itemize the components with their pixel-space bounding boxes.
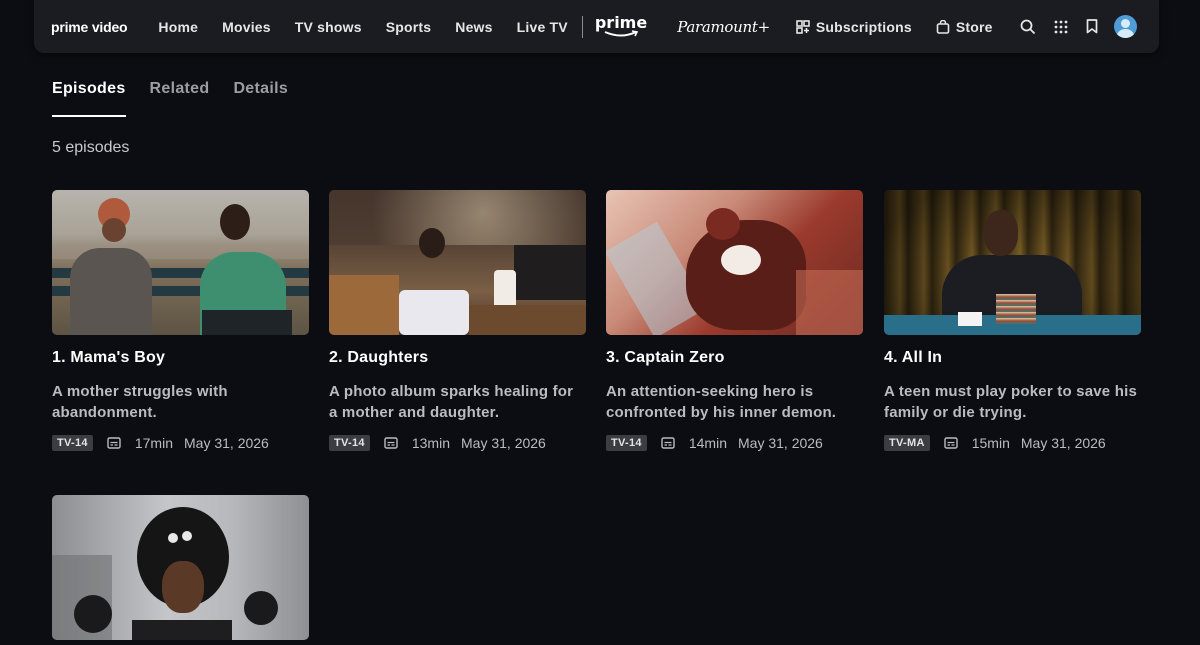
episode-date: May 31, 2026 xyxy=(184,435,269,451)
episode-duration: 14min xyxy=(688,435,727,451)
top-navigation: prime video Home Movies TV shows Sports … xyxy=(34,0,1159,53)
episode-meta: TV-MA 15min May 31, 2026 xyxy=(884,435,1141,451)
paramount-plus-logo[interactable]: Paramount+ xyxy=(677,18,770,36)
grid-icon[interactable] xyxy=(1054,20,1068,34)
episode-description: An attention-seeking hero is confronted … xyxy=(606,383,837,421)
episode-thumbnail-2[interactable] xyxy=(329,190,586,335)
episode-title[interactable]: 4. All In xyxy=(884,349,1141,367)
nav-subscriptions[interactable]: Subscriptions xyxy=(796,19,912,35)
nav-news[interactable]: News xyxy=(455,19,492,35)
prime-smile-icon xyxy=(604,30,639,37)
bookmark-icon[interactable] xyxy=(1086,19,1098,34)
episode-meta: TV-14 13min May 31, 2026 xyxy=(329,435,586,451)
episode-title[interactable]: 3. Captain Zero xyxy=(606,349,863,367)
episode-date: May 31, 2026 xyxy=(738,435,823,451)
rating-badge: TV-14 xyxy=(329,435,370,451)
tab-related[interactable]: Related xyxy=(150,80,210,117)
episode-description: A photo album sparks healing for a mothe… xyxy=(329,383,574,421)
subtitles-icon xyxy=(944,437,958,449)
episode-card-3[interactable]: 3. Captain Zero An attention-seeking her… xyxy=(606,190,863,451)
episode-card-1[interactable]: 1. Mama's Boy A mother struggles with ab… xyxy=(52,190,309,451)
store-bag-icon xyxy=(936,19,950,34)
nav-movies[interactable]: Movies xyxy=(222,19,271,35)
subscriptions-grid-icon xyxy=(796,19,810,34)
episode-thumbnail-5[interactable] xyxy=(52,495,309,640)
episode-title[interactable]: 1. Mama's Boy xyxy=(52,349,309,367)
episode-title[interactable]: 2. Daughters xyxy=(329,349,586,367)
detail-tabs: Episodes Related Details xyxy=(52,80,312,117)
tab-details[interactable]: Details xyxy=(233,80,288,117)
nav-store[interactable]: Store xyxy=(936,19,993,35)
subtitles-icon xyxy=(661,437,675,449)
episode-description: A teen must play poker to save his famil… xyxy=(884,383,1137,421)
episode-thumbnail-4[interactable] xyxy=(884,190,1141,335)
episode-duration: 15min xyxy=(971,435,1010,451)
nav-right-actions xyxy=(1002,0,1137,53)
rating-badge: TV-14 xyxy=(606,435,647,451)
search-icon[interactable] xyxy=(1020,19,1036,35)
episode-thumbnail-1[interactable] xyxy=(52,190,309,335)
episode-thumbnail-3[interactable] xyxy=(606,190,863,335)
episode-date: May 31, 2026 xyxy=(461,435,546,451)
subscriptions-label: Subscriptions xyxy=(815,18,912,35)
nav-live-tv[interactable]: Live TV xyxy=(517,19,568,35)
page: Season 1 prime video Home Movies TV show… xyxy=(0,0,1200,645)
episode-meta: TV-14 14min May 31, 2026 xyxy=(606,435,863,451)
store-label: Store xyxy=(955,18,993,35)
prime-video-logo[interactable]: prime video xyxy=(51,19,128,35)
tab-episodes[interactable]: Episodes xyxy=(52,80,126,117)
episode-description: A mother struggles with abandonment. xyxy=(52,383,228,421)
nav-sports[interactable]: Sports xyxy=(386,19,432,35)
prime-logo-word: prime xyxy=(594,13,648,32)
episode-meta: TV-14 17min May 31, 2026 xyxy=(52,435,309,451)
rating-badge: TV-MA xyxy=(884,435,930,451)
nav-home[interactable]: Home xyxy=(158,19,198,35)
nav-tv-shows[interactable]: TV shows xyxy=(295,19,362,35)
rating-badge: TV-14 xyxy=(52,435,93,451)
episode-count: 5 episodes xyxy=(52,139,130,156)
avatar[interactable] xyxy=(1114,15,1137,38)
subtitles-icon xyxy=(107,437,121,449)
prime-logo[interactable]: prime xyxy=(595,15,647,38)
subtitles-icon xyxy=(384,437,398,449)
nav-links: Home Movies TV shows Sports News Live TV… xyxy=(158,15,1016,38)
episode-card-4[interactable]: 4. All In A teen must play poker to save… xyxy=(884,190,1141,451)
episode-duration: 17min xyxy=(134,435,173,451)
episode-date: May 31, 2026 xyxy=(1020,435,1106,451)
episode-card-5[interactable] xyxy=(52,495,309,640)
episode-duration: 13min xyxy=(411,435,450,451)
nav-separator xyxy=(581,15,583,38)
episode-card-2[interactable]: 2. Daughters A photo album sparks healin… xyxy=(329,190,586,451)
